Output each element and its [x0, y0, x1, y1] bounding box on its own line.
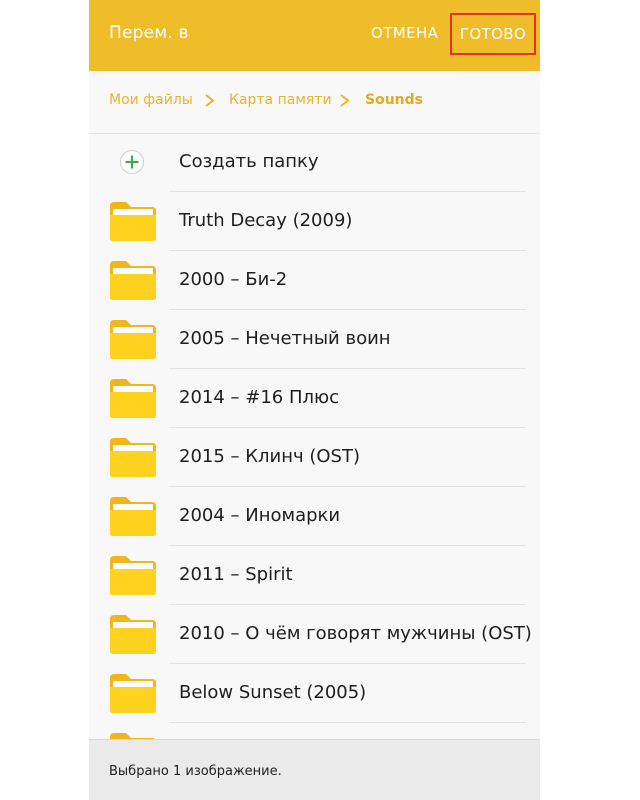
folder-icon — [110, 379, 156, 418]
folder-name: 2010 – О чём говорят мужчины (OST) — [179, 623, 532, 644]
folder-name: Truth Decay (2009) — [179, 210, 353, 231]
folder-icon — [110, 438, 156, 477]
chevron-right-icon — [340, 94, 350, 107]
folder-icon — [110, 674, 156, 713]
list-item[interactable]: Truth Decay (2009) — [89, 192, 540, 251]
breadcrumb: Мои файлы Карта памяти Sounds — [89, 71, 540, 134]
list-item[interactable]: 2004 – Иномарки — [89, 487, 540, 546]
done-button[interactable]: ГОТОВО — [450, 13, 536, 55]
selection-status: Выбрано 1 изображение. — [109, 764, 282, 779]
chevron-right-icon — [205, 94, 215, 107]
list-item[interactable]: 2010 – О чём говорят мужчины (OST) — [89, 605, 540, 664]
app-bar: Перем. в ОТМЕНА ГОТОВО — [89, 0, 540, 71]
folder-icon — [110, 556, 156, 595]
folder-name: 2011 – Spirit — [179, 564, 293, 585]
folder-icon — [110, 615, 156, 654]
folder-name: 2015 – Клинч (OST) — [179, 446, 360, 467]
create-folder-item[interactable]: Создать папку — [89, 133, 540, 192]
folder-name: 2014 – #16 Плюс — [179, 387, 340, 408]
list-item[interactable]: 2000 – Би-2 — [89, 251, 540, 310]
folder-name: 2004 – Иномарки — [179, 505, 341, 526]
cancel-button[interactable]: ОТМЕНА — [371, 24, 438, 42]
breadcrumb-item-my-files[interactable]: Мои файлы — [109, 92, 193, 108]
status-bar: Выбрано 1 изображение. — [89, 739, 540, 800]
list-item[interactable]: 2014 – #16 Плюс — [89, 369, 540, 428]
folder-icon — [110, 320, 156, 359]
page-title: Перем. в — [109, 23, 189, 43]
list-item[interactable]: 2011 – Spirit — [89, 546, 540, 605]
breadcrumb-item-sounds: Sounds — [365, 92, 423, 108]
create-folder-label: Создать папку — [179, 151, 319, 172]
folder-icon — [110, 497, 156, 536]
folder-name: 2005 – Нечетный воин — [179, 328, 391, 349]
done-button-label: ГОТОВО — [459, 25, 527, 43]
list-item[interactable]: 2005 – Нечетный воин — [89, 310, 540, 369]
folder-name: Below Sunset (2005) — [179, 682, 367, 703]
folder-icon — [110, 261, 156, 300]
folder-name: 2000 – Би-2 — [179, 269, 288, 290]
folder-icon — [110, 202, 156, 241]
file-picker-screen: Перем. в ОТМЕНА ГОТОВО Мои файлы Карта п… — [89, 0, 540, 800]
breadcrumb-item-memory-card[interactable]: Карта памяти — [229, 92, 332, 108]
plus-circle-icon — [120, 150, 144, 174]
list-item[interactable]: Below Sunset (2005) — [89, 664, 540, 723]
list-item[interactable]: 2015 – Клинч (OST) — [89, 428, 540, 487]
